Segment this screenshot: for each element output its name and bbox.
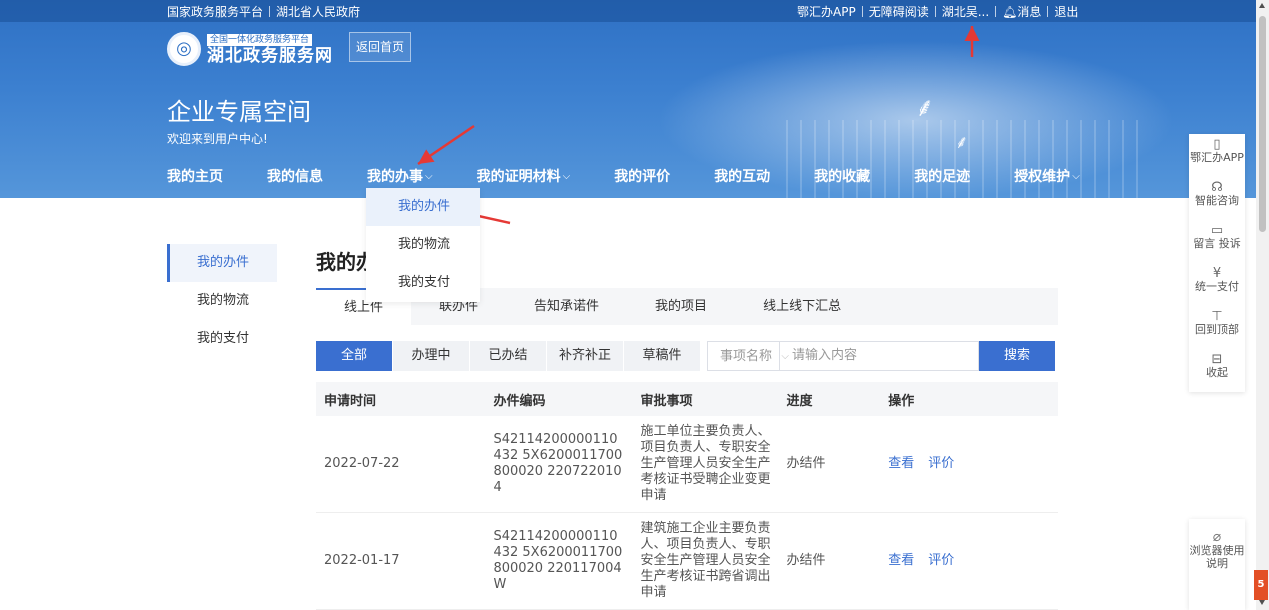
leaf-icon: ⌀ (1212, 529, 1222, 545)
nav-item-affairs[interactable]: 我的办事 ⌵ (367, 166, 433, 186)
nav-item-home[interactable]: 我的主页 (167, 166, 223, 186)
filter-supplement[interactable]: 补齐补正 (547, 341, 623, 371)
sidebar-item-payment[interactable]: 我的支付 (167, 320, 277, 358)
collapse-icon: ⊟ (1211, 352, 1223, 367)
column-header-progress: 进度 (778, 382, 881, 416)
top-icon: ⊤ (1211, 309, 1223, 324)
search-input[interactable]: 请输入内容 (779, 341, 979, 371)
column-header-actions: 操作 (880, 382, 1058, 416)
column-header-code: 办件编码 (485, 382, 633, 416)
nav-item-certificates[interactable]: 我的证明材料 ⌵ (477, 166, 571, 186)
filter-completed[interactable]: 已办结 (470, 341, 546, 371)
float-message-complaint[interactable]: ▭ 留言 投诉 (1189, 220, 1245, 263)
site-logo[interactable]: ◎ 全国一体化政务服务平台 湖北政务服务网 (167, 31, 333, 66)
float-smart-consult[interactable]: ☊ 智能咨询 (1189, 177, 1245, 220)
filter-drafts[interactable]: 草稿件 (624, 341, 700, 371)
phone-icon: ▯ (1213, 137, 1221, 152)
chevron-down-icon: ⌵ (425, 170, 433, 182)
chevron-down-icon: ⌵ (1072, 170, 1080, 182)
cell-actions: 查看 评价 (880, 416, 1058, 513)
tab-notification-commitment[interactable]: 告知承诺件 (506, 288, 627, 325)
cell-item: 建筑施工企业主要负责人、项目负责人、专职安全生产管理人员安全生产考核证书跨省调出… (632, 512, 779, 610)
dropdown-item-logistics[interactable]: 我的物流 (366, 226, 480, 264)
cell-date: 2022-07-22 (316, 416, 486, 513)
page-scrollbar[interactable] (1256, 0, 1269, 610)
headset-icon: ☊ (1211, 180, 1223, 195)
sidebar-item-logistics[interactable]: 我的物流 (167, 282, 277, 320)
float-back-to-top[interactable]: ⊤ 回到顶部 (1189, 306, 1245, 349)
emblem-icon: ◎ (167, 31, 201, 66)
crane-illustration: ⸙ (915, 93, 935, 123)
sidebar-item-my-cases[interactable]: 我的办件 (167, 244, 277, 282)
nav-item-footprints[interactable]: 我的足迹 (914, 166, 970, 186)
view-link[interactable]: 查看 (888, 456, 914, 471)
tab-summary[interactable]: 线上线下汇总 (735, 288, 869, 325)
cell-date: 2022-01-17 (316, 512, 486, 610)
search-button[interactable]: 搜索 (979, 341, 1055, 371)
page-title: 企业专属空间 (167, 98, 311, 126)
return-home-button[interactable]: 返回首页 (349, 32, 411, 62)
float-ehuiban-app[interactable]: ▯ 鄂汇办APP (1189, 134, 1245, 177)
view-link[interactable]: 查看 (888, 553, 914, 568)
column-header-date: 申请时间 (316, 382, 486, 416)
messages-link[interactable]: 消息 (1017, 5, 1041, 19)
scroll-down-icon[interactable] (1259, 600, 1265, 605)
nav-item-interaction[interactable]: 我的互动 (714, 166, 770, 186)
nav-item-favorites[interactable]: 我的收藏 (814, 166, 870, 186)
chevron-down-icon: ⌵ (562, 170, 571, 182)
floating-toolbar: ▯ 鄂汇办APP ☊ 智能咨询 ▭ 留言 投诉 ¥ 统一支付 ⊤ 回到顶部 ⊟ 收起 (1189, 134, 1245, 392)
cell-actions: 查看 评价 (880, 512, 1058, 610)
comment-icon: ▭ (1210, 223, 1224, 238)
filter-in-progress[interactable]: 办理中 (393, 341, 469, 371)
filter-bar: 全部 办理中 已办结 补齐补正 草稿件 事项名称 ⌵ 请输入内容 搜索 (316, 341, 1058, 371)
bell-icon[interactable]: 🔔︎ (1002, 5, 1017, 19)
top-utility-bar: 国家政务服务平台 湖北省人民政府 鄂汇办APP 无障碍阅读 湖北吴... 🔔︎消息 退出 (0, 0, 1256, 22)
link-national-platform[interactable]: 国家政务服务平台 (167, 5, 263, 19)
cell-item: 施工单位主要负责人、项目负责人、专职安全生产管理人员安全生产考核证书受聘企业变更… (632, 416, 779, 513)
nav-item-authorization[interactable]: 授权维护 ⌵ (1014, 166, 1080, 186)
header-banner: ⸙ ⸙ 国家政务服务平台 湖北省人民政府 鄂汇办APP 无障碍阅读 湖北吴... 🔔︎消… (0, 0, 1256, 198)
link-hubei-government[interactable]: 湖北省人民政府 (276, 5, 360, 19)
affairs-dropdown-menu: 我的办件 我的物流 我的支付 (366, 188, 480, 302)
evaluate-link[interactable]: 评价 (928, 553, 954, 568)
user-name-link[interactable]: 湖北吴... (942, 5, 989, 19)
browser-guide-button[interactable]: ⌀ 浏览器使用说明 (1189, 519, 1245, 610)
link-ehuiban-app[interactable]: 鄂汇办APP (797, 5, 856, 19)
dropdown-item-payment[interactable]: 我的支付 (366, 264, 480, 302)
dropdown-item-my-cases[interactable]: 我的办件 (366, 188, 480, 226)
crane-illustration-small: ⸙ (955, 132, 969, 153)
cell-status: 办结件 (778, 512, 881, 610)
cell-status: 办结件 (778, 416, 881, 513)
logo-title: 湖北政务服务网 (207, 46, 333, 66)
search-field-select[interactable]: 事项名称 ⌵ (707, 341, 789, 371)
logo-subtitle: 全国一体化政务服务平台 (207, 34, 313, 46)
cell-code: S42114200000110432 5X6200011700800020 22… (485, 416, 633, 513)
evaluate-link[interactable]: 评价 (928, 456, 954, 471)
scrollbar-thumb[interactable] (1259, 16, 1266, 232)
yen-icon: ¥ (1212, 266, 1222, 281)
float-unified-payment[interactable]: ¥ 统一支付 (1189, 263, 1245, 306)
link-accessibility[interactable]: 无障碍阅读 (869, 5, 929, 19)
table-row: 2022-01-17 S42114200000110432 5X62000117… (316, 512, 1058, 610)
html5-badge-icon: 5 (1254, 570, 1268, 600)
scroll-up-icon[interactable] (1259, 3, 1265, 8)
tab-my-projects[interactable]: 我的项目 (627, 288, 735, 325)
logout-link[interactable]: 退出 (1054, 5, 1078, 19)
sidebar: 我的办件 我的物流 我的支付 (167, 244, 277, 358)
cases-table: 申请时间 办件编码 审批事项 进度 操作 2022-07-22 S4211420… (316, 382, 1058, 610)
main-nav: 我的主页 我的信息 我的办事 ⌵ 我的证明材料 ⌵ 我的评价 我的互动 我的收藏 我… (167, 166, 1124, 186)
filter-all[interactable]: 全部 (316, 341, 392, 371)
welcome-text: 欢迎来到用户中心! (167, 132, 268, 146)
table-row: 2022-07-22 S42114200000110432 5X62000117… (316, 416, 1058, 513)
column-header-item: 审批事项 (632, 382, 779, 416)
nav-item-evaluation[interactable]: 我的评价 (614, 166, 670, 186)
chevron-down-icon: ⌵ (781, 351, 789, 362)
cell-code: S42114200000110432 5X6200011700800020 22… (485, 512, 633, 610)
nav-item-info[interactable]: 我的信息 (267, 166, 323, 186)
float-collapse[interactable]: ⊟ 收起 (1189, 349, 1245, 392)
